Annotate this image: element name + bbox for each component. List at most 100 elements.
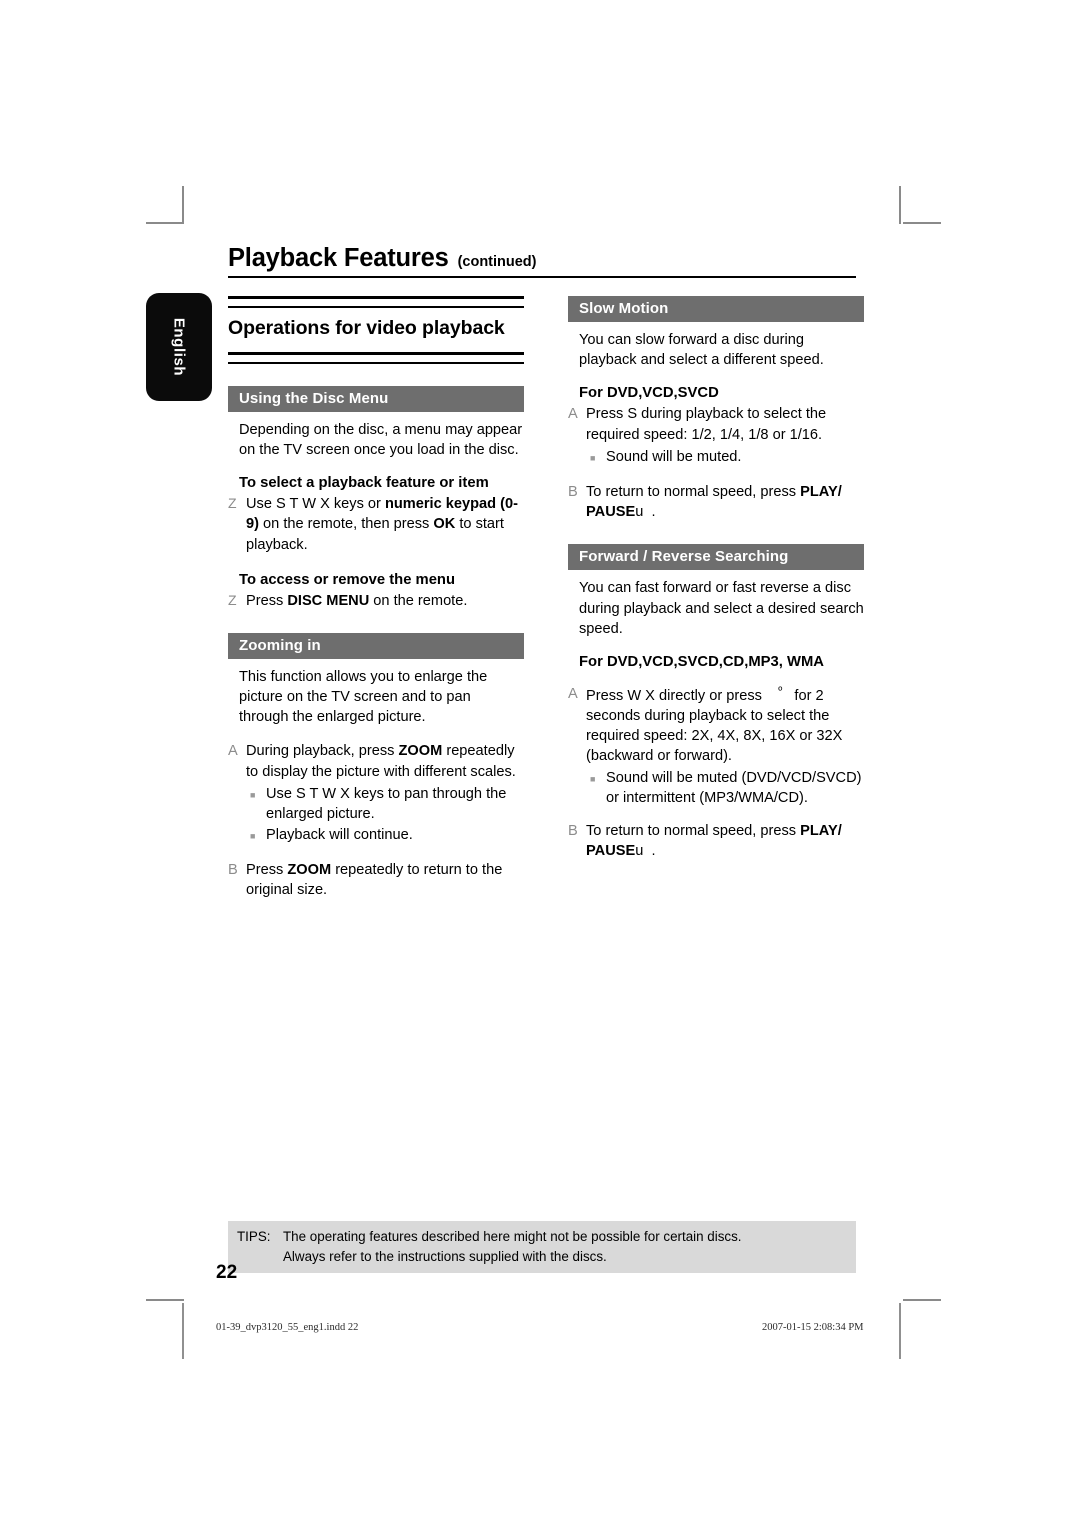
right-column: Slow Motion You can slow forward a disc … [568, 296, 864, 874]
major-heading-rule-bottom [228, 351, 524, 364]
bullet-icon: ■ [250, 830, 256, 841]
list-item-text: During playback, press ZOOM repeatedly t… [246, 741, 524, 781]
list-text-part: During playback, press [246, 743, 399, 760]
list-item-text: Press DISC MENU on the remote. [246, 591, 524, 611]
section-bar-using-the-disc-menu: Using the Disc Menu [228, 385, 524, 412]
crop-mark-top-right-vertical [899, 186, 901, 224]
list-text-part: Press W X directly or press [586, 687, 767, 704]
page-title-block: Playback Features (continued) [228, 244, 856, 278]
language-tab-label: English [170, 317, 188, 377]
list-text-bold: DISC MENU [287, 592, 370, 609]
section-bar-slow-motion: Slow Motion [568, 296, 864, 322]
list-text-part: To return to normal speed, press [586, 484, 801, 501]
bullet-icon: ■ [250, 789, 256, 800]
crop-mark-bottom-left-horizontal [146, 1299, 184, 1301]
major-heading-title: Operations for video playback [228, 317, 505, 339]
list-marker-z: Z [228, 591, 237, 608]
list-marker-b: B [568, 822, 578, 839]
tips-row: TIPS: The operating features described h… [228, 1227, 856, 1247]
list-item: A During playback, press ZOOM repeatedly… [228, 741, 524, 781]
list-marker-a: A [228, 743, 238, 760]
section-slow-motion: Slow Motion You can slow forward a disc … [568, 296, 864, 522]
list-marker-z: Z [228, 495, 237, 512]
search-glyph-icon: º [778, 684, 783, 697]
sub-bullet-item: ■ Sound will be muted. [568, 447, 864, 470]
list-item: B Press ZOOM repeatedly to return to the… [228, 860, 524, 900]
sub-bullet-group: ■ Sound will be muted (DVD/VCD/SVCD) or … [568, 768, 864, 808]
page-number: 22 [216, 1262, 238, 1283]
section-bar-zooming-in: Zooming in [228, 633, 524, 659]
imposition-rule-left [182, 1303, 184, 1359]
section-using-the-disc-menu: Using the Disc Menu Depending on the dis… [228, 385, 524, 611]
bullet-icon: ■ [590, 774, 596, 785]
list-item: B To return to normal speed, press PLAY/… [568, 482, 864, 522]
list-marker-a: A [568, 685, 578, 702]
list-text-part: Press [246, 862, 288, 879]
list-text-part: Use S T W X keys or [246, 496, 385, 513]
title-underline [228, 276, 856, 278]
sub-bullet-group: ■ Use S T W X keys to pan through the en… [228, 784, 524, 849]
subheading-select-playback-feature: To select a playback feature or item [239, 475, 489, 492]
tips-row: TIPS: Always refer to the instructions s… [228, 1247, 856, 1267]
tips-label: TIPS: [237, 1229, 271, 1244]
play-pause-glyph-icon: u [635, 504, 644, 521]
crop-mark-top-left-vertical [182, 186, 184, 224]
sub-bullet-text: Playback will continue. [266, 826, 413, 843]
tips-line-2: Always refer to the instructions supplie… [283, 1248, 607, 1264]
document-page: Playback Features (continued) English Op… [0, 0, 1080, 1527]
title-row: Playback Features (continued) [228, 244, 856, 276]
section-intro-text: You can slow forward a disc during playb… [579, 332, 824, 369]
list-item-text: To return to normal speed, press PLAY/ P… [586, 482, 864, 522]
left-column: Operations for video playback Using the … [228, 296, 524, 914]
major-heading-rule-top [228, 296, 524, 308]
list-text-part: . [651, 842, 656, 859]
section-forward-reverse-searching: Forward / Reverse Searching You can fast… [568, 544, 864, 860]
list-item: A Press S during playback to select the … [568, 404, 864, 444]
list-item-text: Press ZOOM repeatedly to return to the o… [246, 860, 524, 900]
list-item-text: To return to normal speed, press PLAY/ P… [586, 821, 864, 861]
section-intro-text: This function allows you to enlarge the … [239, 669, 488, 726]
list-item: Z Press DISC MENU on the remote. [228, 591, 524, 611]
sub-bullet-text: Use S T W X keys to pan through the enla… [266, 785, 507, 822]
language-tab-english: English [146, 293, 212, 401]
bullet-icon: ■ [590, 452, 596, 463]
list-marker-b: B [568, 484, 578, 501]
sub-bullet-item: ■ Sound will be muted (DVD/VCD/SVCD) or … [568, 768, 864, 808]
sub-bullet-group: ■ Sound will be muted. [568, 447, 864, 470]
list-text-bold: ZOOM [398, 743, 443, 760]
tips-line-1: The operating features described here mi… [283, 1229, 742, 1244]
subheading-for-dvd-vcd-svcd-cd-mp3-wma: For DVD,VCD,SVCD,CD,MP3, WMA [579, 653, 824, 670]
section-zooming-in: Zooming in This function allows you to e… [228, 633, 524, 901]
sub-bullet-item: ■ Playback will continue. [228, 825, 524, 848]
sub-bullet-text: Sound will be muted (DVD/VCD/SVCD) or in… [606, 770, 862, 807]
major-heading-block: Operations for video playback [228, 296, 524, 364]
list-text-part: on the remote. [369, 592, 468, 609]
page-title-continued: (continued) [457, 254, 537, 270]
sub-bullet-text: Sound will be muted. [606, 448, 742, 465]
list-text-part: Press [246, 592, 288, 609]
list-item: Z Use S T W X keys or numeric keypad (0-… [228, 494, 524, 554]
list-text-part: . [651, 504, 656, 521]
section-intro-text: You can fast forward or fast reverse a d… [579, 580, 864, 637]
list-item: B To return to normal speed, press PLAY/… [568, 821, 864, 861]
imposition-filename: 01-39_dvp3120_55_eng1.indd 22 [216, 1322, 359, 1333]
list-marker-b: B [228, 862, 238, 879]
section-intro-text: Depending on the disc, a menu may appear… [239, 421, 523, 458]
subheading-for-dvd-vcd-svcd: For DVD,VCD,SVCD [579, 385, 719, 402]
sub-bullet-item: ■ Use S T W X keys to pan through the en… [228, 784, 524, 824]
section-bar-forward-reverse-searching: Forward / Reverse Searching [568, 544, 864, 571]
list-text-bold: OK [433, 516, 456, 533]
list-text-bold: ZOOM [287, 862, 332, 879]
imposition-timestamp: 2007-01-15 2:08:34 PM [762, 1322, 864, 1333]
crop-mark-bottom-right-horizontal [903, 1299, 941, 1301]
list-item: A Press W X directly or press º for 2 se… [568, 684, 864, 766]
subheading-access-remove-menu: To access or remove the menu [239, 571, 456, 588]
imposition-rule-right [899, 1303, 901, 1359]
list-item-text: Press S during playback to select the re… [586, 406, 827, 443]
play-pause-glyph-icon: u [635, 842, 644, 859]
tips-box: TIPS: The operating features described h… [228, 1221, 856, 1274]
crop-mark-top-right-horizontal [903, 222, 941, 224]
list-item-text: Press W X directly or press º for 2 seco… [586, 684, 864, 766]
list-item-text: Use S T W X keys or numeric keypad (0-9)… [246, 494, 524, 554]
page-title: Playback Features [228, 244, 449, 272]
